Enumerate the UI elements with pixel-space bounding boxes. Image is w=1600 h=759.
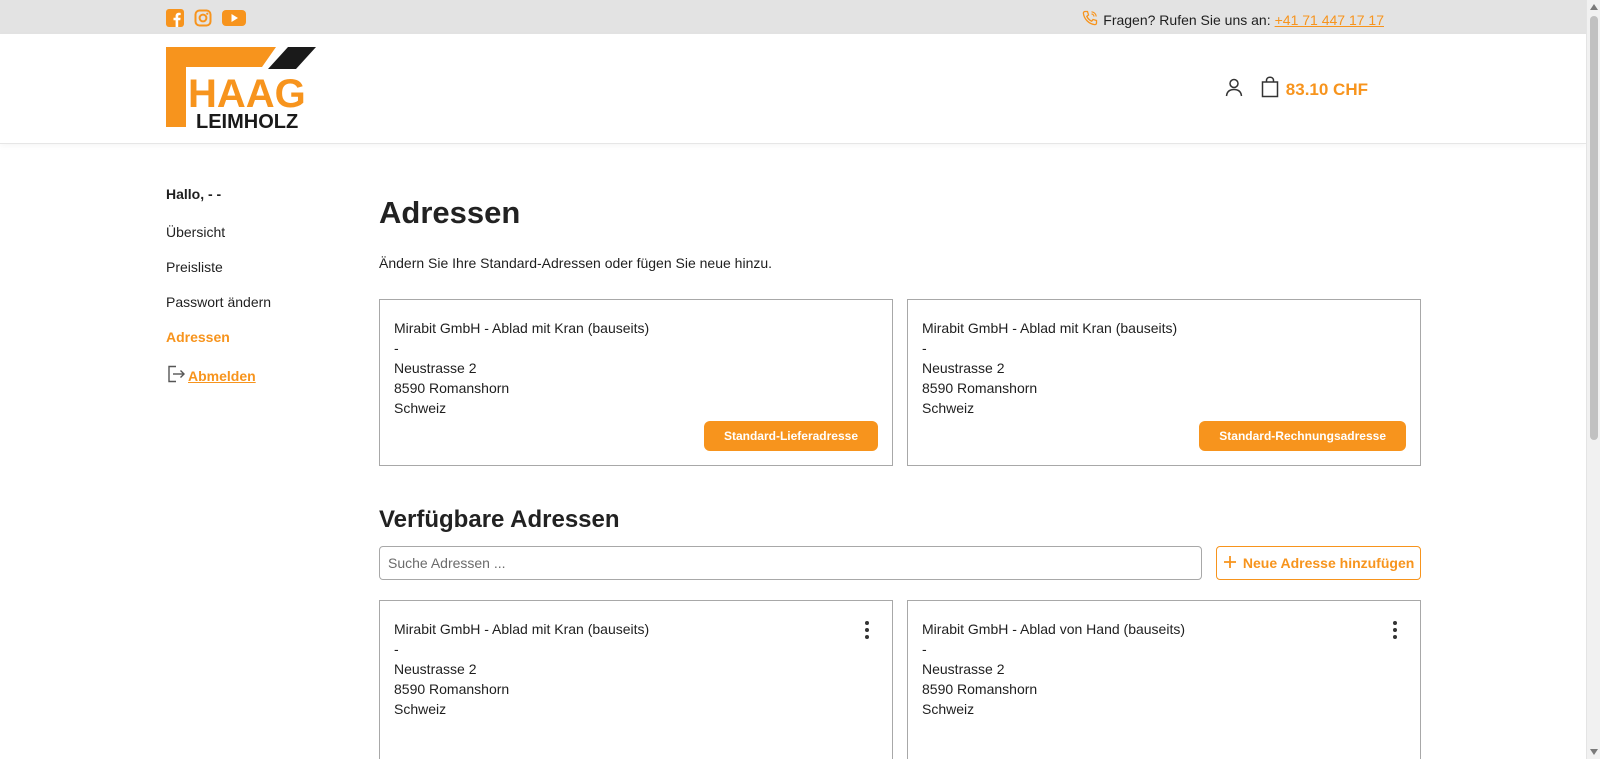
default-shipping-badge[interactable]: Standard-Lieferadresse <box>703 421 878 451</box>
default-billing-address-card: Mirabit GmbH - Ablad mit Kran (bauseits)… <box>907 299 1421 466</box>
standard-addresses: Mirabit GmbH - Ablad mit Kran (bauseits)… <box>379 299 1421 466</box>
address-name: Mirabit GmbH - Ablad mit Kran (bauseits) <box>394 621 650 637</box>
address-city: 8590 Romanshorn <box>394 380 510 396</box>
available-addresses-list: Mirabit GmbH - Ablad mit Kran (bauseits)… <box>379 600 1421 759</box>
phone-prefix: Fragen? Rufen Sie uns an: <box>1103 11 1271 28</box>
sidebar-item-addresses[interactable]: Adressen <box>166 329 346 345</box>
address-name: Mirabit GmbH - Ablad mit Kran (bauseits) <box>394 320 650 336</box>
page-title: Adressen <box>379 195 521 230</box>
more-options-icon[interactable] <box>1392 621 1398 639</box>
address-city: 8590 Romanshorn <box>922 681 1038 697</box>
svg-text:LEIMHOLZ: LEIMHOLZ <box>196 111 298 131</box>
address-city: 8590 Romanshorn <box>922 380 1038 396</box>
cart-button[interactable]: 83.10 CHF <box>1260 76 1368 103</box>
phone-contact: Fragen? Rufen Sie uns an: +41 71 447 17 … <box>1081 9 1384 30</box>
shopping-bag-icon <box>1260 76 1280 103</box>
default-shipping-address-card: Mirabit GmbH - Ablad mit Kran (bauseits)… <box>379 299 893 466</box>
account-sidebar: Hallo, - - Übersicht Preisliste Passwort… <box>166 186 346 387</box>
phone-icon <box>1081 9 1099 30</box>
scroll-up-arrow-icon[interactable] <box>1590 4 1598 10</box>
sidebar-item-price-list[interactable]: Preisliste <box>166 259 346 275</box>
address-card: Mirabit GmbH - Ablad mit Kran (bauseits)… <box>379 600 893 759</box>
address-street: Neustrasse 2 <box>922 360 1005 376</box>
user-account-icon[interactable] <box>1224 77 1244 102</box>
logout-icon <box>166 364 186 387</box>
address-search-row: Neue Adresse hinzufügen <box>379 546 1421 580</box>
address-search-input[interactable] <box>379 546 1203 580</box>
plus-icon <box>1223 555 1237 572</box>
add-address-button[interactable]: Neue Adresse hinzufügen <box>1216 546 1421 580</box>
scroll-down-arrow-icon[interactable] <box>1590 749 1598 755</box>
phone-number-link[interactable]: +41 71 447 17 17 <box>1275 12 1384 28</box>
more-options-icon[interactable] <box>864 621 870 639</box>
sidebar-item-overview[interactable]: Übersicht <box>166 224 346 240</box>
facebook-icon[interactable] <box>166 9 184 27</box>
logout-link[interactable]: Abmelden <box>166 364 346 387</box>
default-billing-badge[interactable]: Standard-Rechnungsadresse <box>1199 421 1406 451</box>
scrollbar-thumb[interactable] <box>1590 16 1598 440</box>
page-scrollbar[interactable] <box>1586 0 1600 759</box>
instagram-icon[interactable] <box>194 9 212 27</box>
haag-leimholz-logo[interactable]: HAAG LEIMHOLZ <box>166 47 316 136</box>
address-street: Neustrasse 2 <box>394 661 477 677</box>
address-country: Schweiz <box>394 400 447 416</box>
address-city: 8590 Romanshorn <box>394 681 510 697</box>
available-addresses-title: Verfügbare Adressen <box>379 506 620 533</box>
page-intro: Ändern Sie Ihre Standard-Adressen oder f… <box>379 255 773 271</box>
logout-label: Abmelden <box>188 367 256 384</box>
svg-text:HAAG: HAAG <box>188 72 306 116</box>
header-actions: 83.10 CHF <box>1224 76 1368 103</box>
address-line2: - <box>922 340 927 356</box>
cart-total: 83.10 CHF <box>1285 79 1368 99</box>
social-links <box>166 9 246 27</box>
address-line2: - <box>394 641 399 657</box>
greeting: Hallo, - - <box>166 186 222 202</box>
address-line2: - <box>394 340 399 356</box>
address-country: Schweiz <box>394 701 447 717</box>
site-header: HAAG LEIMHOLZ 83.10 CHF <box>0 34 1586 144</box>
address-street: Neustrasse 2 <box>922 661 1005 677</box>
address-country: Schweiz <box>922 400 975 416</box>
address-street: Neustrasse 2 <box>394 360 477 376</box>
top-bar: Fragen? Rufen Sie uns an: +41 71 447 17 … <box>0 0 1586 34</box>
address-name: Mirabit GmbH - Ablad mit Kran (bauseits) <box>922 320 1178 336</box>
add-address-label: Neue Adresse hinzufügen <box>1242 555 1415 571</box>
address-card: Mirabit GmbH - Ablad von Hand (bauseits)… <box>907 600 1421 759</box>
main-content: Adressen Ändern Sie Ihre Standard-Adress… <box>379 195 1421 759</box>
address-line2: - <box>922 641 927 657</box>
sidebar-item-change-password[interactable]: Passwort ändern <box>166 294 346 310</box>
address-name: Mirabit GmbH - Ablad von Hand (bauseits) <box>922 621 1185 637</box>
youtube-icon[interactable] <box>222 9 246 27</box>
address-country: Schweiz <box>922 701 975 717</box>
